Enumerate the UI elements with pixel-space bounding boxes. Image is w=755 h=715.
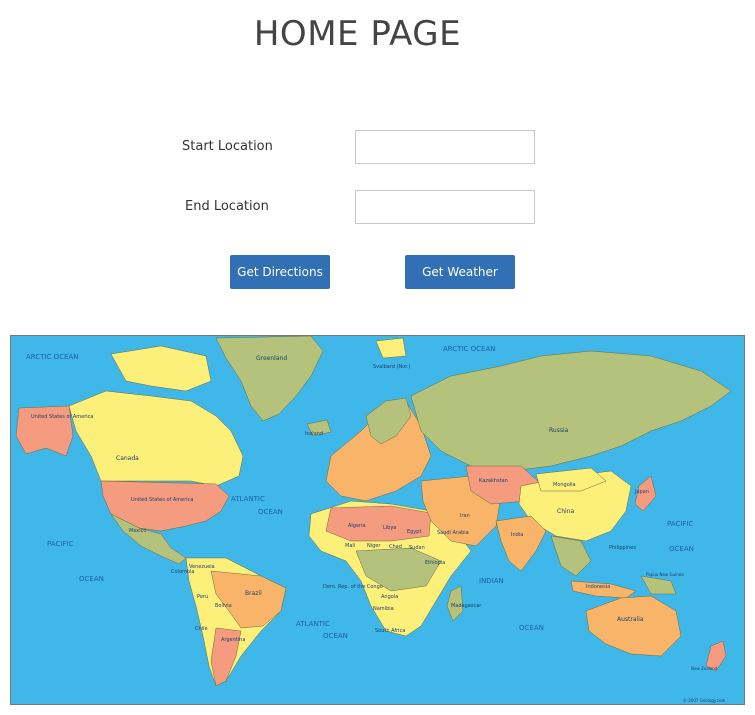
country-label-bolivia: Bolivia (215, 603, 232, 609)
country-label-niger: Niger (367, 543, 381, 549)
ocean-label-pacific-l1: PACIFIC (47, 540, 73, 548)
country-label-indonesia: Indonesia (586, 584, 610, 590)
country-label-mexico: Mexico (129, 528, 146, 534)
page: HOME PAGE Start Location End Location Ge… (0, 0, 755, 715)
country-label-argentina: Argentina (221, 637, 245, 643)
country-label-south-africa: South Africa (375, 628, 405, 634)
page-title: HOME PAGE (253, 14, 462, 54)
country-label-chile: Chile (195, 626, 208, 632)
country-label-usa: United States of America (131, 497, 193, 503)
ocean-label-atlantic-s1: ATLANTIC (296, 620, 330, 628)
country-label-china: China (557, 508, 574, 515)
north-africa-shape (325, 505, 432, 542)
country-label-svalbard: Svalbard (Nor.) (373, 364, 410, 370)
ocean-label-pacific-l2: OCEAN (79, 575, 104, 583)
ocean-label-arctic-right: ARCTIC OCEAN (443, 345, 496, 353)
ocean-label-atlantic-s2: OCEAN (323, 632, 348, 640)
ocean-label-atlantic-n2: OCEAN (258, 508, 283, 516)
country-label-drc: Dem. Rep. of the Congo (323, 584, 383, 590)
country-label-angola: Angola (381, 594, 398, 600)
country-label-philippines: Philippines (609, 545, 636, 551)
country-label-chad: Chad (389, 544, 402, 550)
ocean-label-pacific-r1: PACIFIC (667, 520, 693, 528)
country-label-sudan: Sudan (409, 545, 425, 551)
country-label-colombia: Colombia (171, 569, 195, 575)
get-weather-button[interactable]: Get Weather (405, 255, 515, 289)
world-map[interactable]: ARCTIC OCEAN ARCTIC OCEAN ATLANTIC OCEAN… (10, 335, 745, 705)
country-label-greenland: Greenland (256, 355, 287, 362)
country-label-algeria: Algeria (348, 523, 366, 529)
country-label-mongolia: Mongolia (553, 482, 576, 488)
country-label-brazil: Brazil (245, 590, 262, 597)
ocean-label-atlantic-n1: ATLANTIC (231, 495, 265, 503)
ocean-label-arctic-left: ARCTIC OCEAN (26, 353, 79, 361)
country-label-madagascar: Madagascar (451, 603, 482, 609)
country-label-japan: Japan (634, 489, 649, 495)
ocean-label-indian: INDIAN (479, 577, 504, 585)
country-label-libya: Libya (383, 525, 396, 531)
country-label-mali: Mali (345, 543, 355, 549)
country-label-egypt: Egypt (407, 529, 421, 535)
country-label-australia: Australia (617, 616, 644, 623)
country-label-ethiopia: Ethiopia (425, 560, 445, 566)
end-location-input[interactable] (355, 190, 535, 224)
country-label-peru: Peru (197, 594, 208, 600)
world-map-svg: ARCTIC OCEAN ARCTIC OCEAN ATLANTIC OCEAN… (11, 336, 744, 704)
ocean-label-indian-ocean: OCEAN (519, 624, 544, 632)
country-label-iran: Iran (460, 513, 470, 519)
country-label-canada: Canada (116, 455, 139, 462)
country-label-alaska: United States of America (31, 414, 93, 420)
country-label-russia: Russia (549, 427, 569, 434)
country-label-papua: Papua New Guinea (646, 572, 684, 577)
ocean-label-pacific-r2: OCEAN (669, 545, 694, 553)
get-directions-button[interactable]: Get Directions (230, 255, 330, 289)
country-label-kazakhstan: Kazakhstan (479, 478, 508, 484)
start-location-input[interactable] (355, 130, 535, 164)
start-location-label: Start Location (182, 139, 273, 154)
country-label-new-zealand: New Zealand (691, 666, 718, 671)
country-label-india: India (511, 532, 523, 538)
end-location-label: End Location (185, 199, 269, 214)
map-copyright: © 2007 Geology.com (683, 698, 726, 703)
country-label-namibia: Namibia (373, 606, 394, 612)
country-label-saudi: Saudi Arabia (437, 530, 469, 536)
country-label-iceland: Iceland (305, 431, 323, 437)
